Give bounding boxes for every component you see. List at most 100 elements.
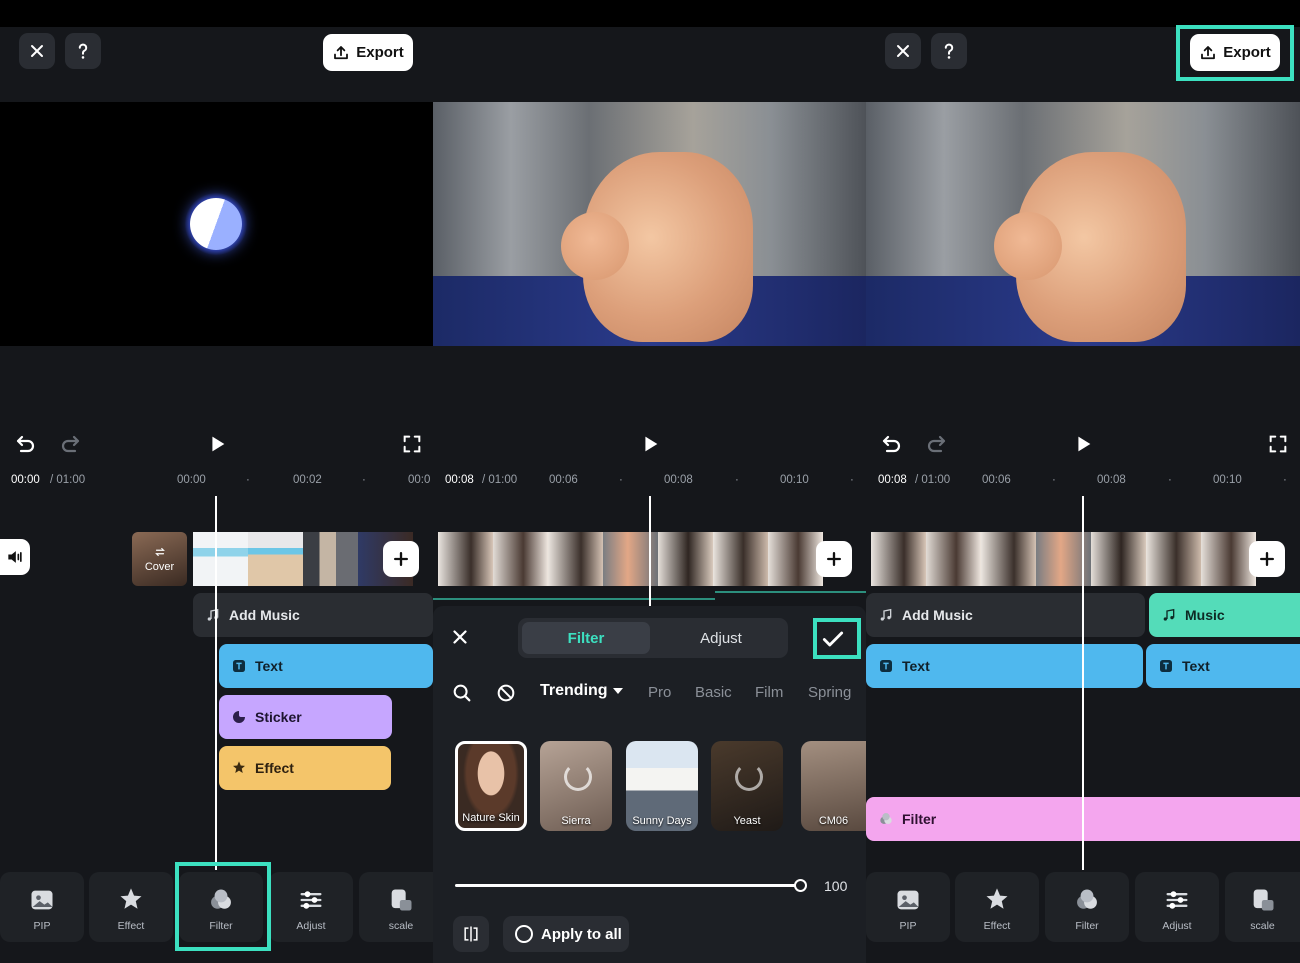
tool-effect[interactable]: Effect [89,872,173,942]
tool-effect[interactable]: Effect [955,872,1039,942]
category-basic[interactable]: Basic [695,684,732,701]
playhead[interactable] [215,496,217,870]
tab-filter[interactable]: Filter [522,622,650,654]
text-track[interactable]: Text [866,644,1143,688]
help-button[interactable] [931,33,967,69]
add-clip-button[interactable] [816,541,852,577]
text-icon [231,658,247,674]
text-track[interactable]: Text [219,644,433,688]
clip-thumbnail [768,532,823,586]
effect-star-icon [983,886,1011,914]
play-button[interactable] [638,432,662,456]
current-time: 00:00 [11,474,40,486]
playhead[interactable] [649,496,651,606]
add-music-track[interactable]: Add Music [866,593,1145,637]
music-track[interactable]: Music [1149,593,1300,637]
video-clip-strip[interactable] [438,532,823,586]
editor-panel-left: Export 00:00 / 01:00 00:00 · 00:02 · 00:… [0,0,433,963]
close-icon [893,41,913,61]
adjust-icon [297,886,325,914]
tool-scale[interactable]: scale [359,872,433,942]
tool-adjust[interactable]: Adjust [1135,872,1219,942]
tool-pip[interactable]: PIP [0,872,84,942]
filter-icon [878,811,894,827]
question-icon [938,40,960,62]
adjust-icon [1163,886,1191,914]
no-filter-button[interactable] [495,682,517,709]
playhead[interactable] [1082,496,1084,870]
cover-button[interactable]: Cover [132,532,187,586]
loading-icon [735,763,763,791]
tool-label: Filter [1075,920,1099,932]
fullscreen-button[interactable] [1266,432,1290,456]
tool-adjust[interactable]: Adjust [269,872,353,942]
filter-label: Sierra [561,815,591,827]
play-button[interactable] [1071,432,1095,456]
redo-button[interactable] [924,432,948,456]
clip-thumbnail [548,532,603,586]
effect-track[interactable]: Effect [219,746,391,790]
total-time: / 01:00 [50,474,86,486]
category-pro[interactable]: Pro [648,684,671,701]
tool-pip[interactable]: PIP [866,872,950,942]
filter-nature-skin[interactable]: Nature Skin [455,741,527,831]
video-clip-strip[interactable] [193,532,413,586]
category-film[interactable]: Film [755,684,783,701]
category-trending[interactable]: Trending [540,682,623,700]
close-sheet-button[interactable] [449,626,471,653]
total-time: / 01:00 [482,474,518,486]
ruler-tick: 00:00 [177,474,206,486]
highlight-export-button [1176,25,1294,81]
filter-sunny-days[interactable]: Sunny Days [626,741,698,831]
video-preview[interactable] [0,102,433,346]
tool-filter[interactable]: Filter [1045,872,1129,942]
help-button[interactable] [65,33,101,69]
filter-cm06[interactable]: CM06 [801,741,866,831]
music-note-icon [205,607,221,623]
effect-star-icon [117,886,145,914]
swap-icon [153,545,167,559]
intensity-value: 100 [824,878,848,894]
close-button[interactable] [885,33,921,69]
compare-button[interactable] [453,916,489,952]
category-spring[interactable]: Spring [808,684,851,701]
video-clip-strip[interactable] [871,532,1256,586]
intensity-slider-handle[interactable] [794,879,807,892]
video-preview[interactable] [433,102,866,346]
tab-switcher: Filter Adjust [518,618,788,658]
play-button[interactable] [205,432,229,456]
tab-adjust[interactable]: Adjust [658,622,784,654]
fullscreen-button[interactable] [400,432,424,456]
tool-label: Effect [983,920,1011,932]
clip-thumbnail [248,532,303,586]
mute-button[interactable] [0,539,30,575]
filter-sierra[interactable]: Sierra [540,741,612,831]
undo-button[interactable] [14,432,38,456]
tool-scale[interactable]: scale [1225,872,1300,942]
filter-label: Sunny Days [632,815,692,827]
close-button[interactable] [19,33,55,69]
add-clip-button[interactable] [1249,541,1285,577]
search-icon [451,682,473,704]
redo-button[interactable] [58,432,82,456]
filter-icon [1073,886,1101,914]
tool-label: Adjust [1162,920,1192,932]
filter-yeast[interactable]: Yeast [711,741,783,831]
sticker-track[interactable]: Sticker [219,695,392,739]
clip-thumbnail [871,532,926,586]
scale-icon [387,886,415,914]
search-filter-button[interactable] [451,682,473,709]
preview-sponge [561,212,629,280]
redo-icon [58,432,82,456]
ruler-tick: 00:08 [664,474,693,486]
no-filter-icon [495,682,517,704]
undo-button[interactable] [880,432,904,456]
export-button[interactable]: Export [323,34,413,71]
text-track[interactable]: Text [1146,644,1300,688]
add-music-track[interactable]: Add Music [193,593,433,637]
apply-checkbox[interactable] [515,925,533,943]
add-clip-button[interactable] [383,541,419,577]
apply-to-all-toggle[interactable]: Apply to all [503,916,629,952]
video-preview[interactable] [866,102,1300,346]
intensity-slider[interactable] [455,884,800,887]
